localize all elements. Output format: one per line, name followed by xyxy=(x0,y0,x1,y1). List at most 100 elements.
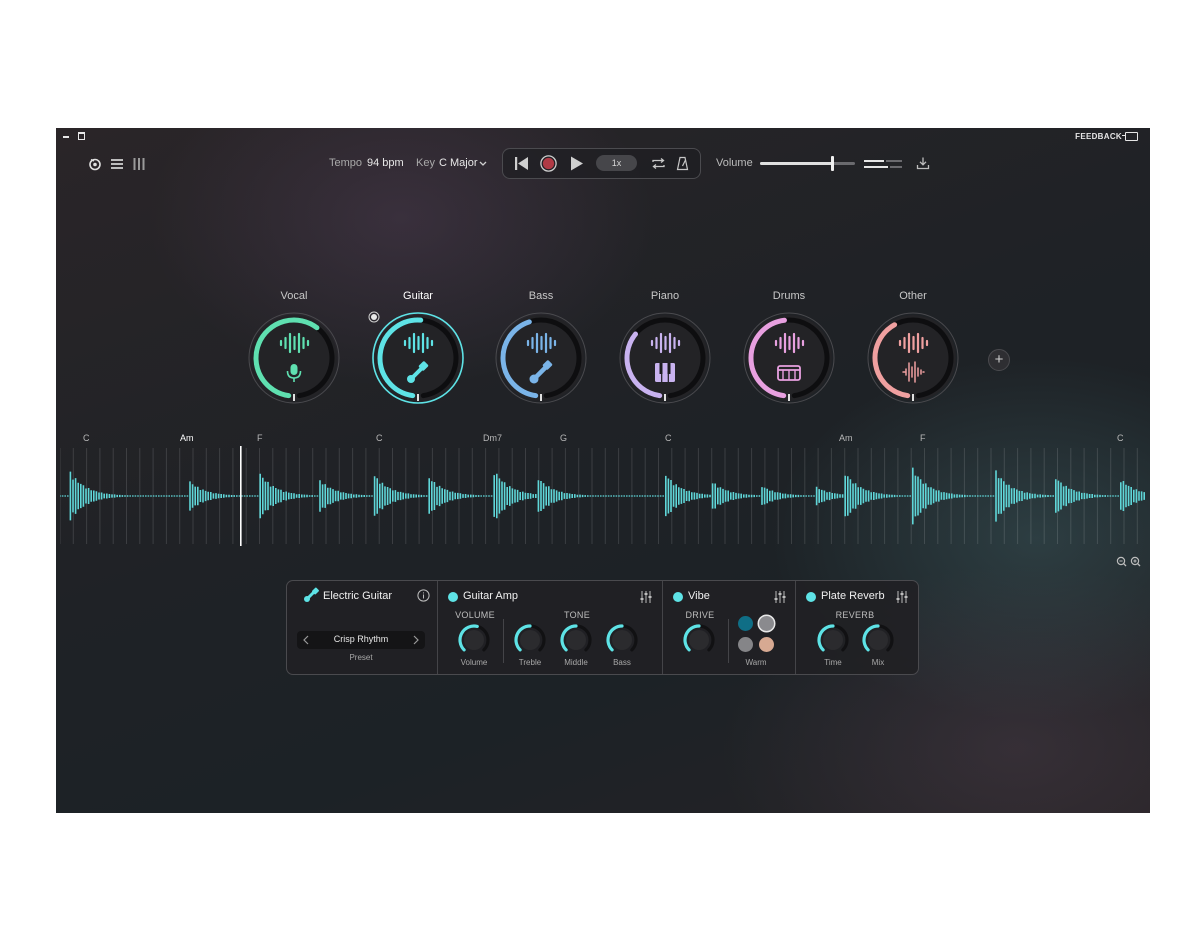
track-dial[interactable] xyxy=(495,312,587,404)
maximize-icon[interactable] xyxy=(78,132,85,140)
tempo-label: Tempo xyxy=(329,157,363,169)
drive-knob[interactable] xyxy=(681,622,717,658)
drive-group-label: DRIVE xyxy=(685,610,715,620)
app-window: FEEDBACK Tempo 94 bpm Key C Major 1x Vol… xyxy=(56,128,1150,813)
treble-knob[interactable] xyxy=(512,622,548,658)
group-divider xyxy=(728,619,729,663)
volume-label: Volume xyxy=(716,157,753,169)
vibe-title: Vibe xyxy=(688,590,710,602)
track-dial-tick xyxy=(540,394,542,401)
loop-icon[interactable] xyxy=(651,156,666,171)
track-bass[interactable]: Bass xyxy=(494,290,588,404)
vibe-swatch[interactable] xyxy=(738,616,753,631)
bass-knob[interactable] xyxy=(604,622,640,658)
chord-label[interactable]: C xyxy=(83,433,90,443)
list-view-icon[interactable] xyxy=(110,157,124,171)
chevron-down-icon[interactable] xyxy=(477,157,489,169)
volume-slider[interactable] xyxy=(760,156,855,171)
volume-group-label: VOLUME xyxy=(455,610,495,620)
level-meter xyxy=(864,160,902,168)
sliders-icon[interactable] xyxy=(773,590,787,604)
piano-icon xyxy=(655,363,675,382)
zoom-in-icon[interactable] xyxy=(1130,556,1141,567)
sliders-icon[interactable] xyxy=(639,590,653,604)
track-dial[interactable] xyxy=(743,312,835,404)
track-drums[interactable]: Drums xyxy=(742,290,836,404)
sliders-icon[interactable] xyxy=(895,590,909,604)
vibe-toggle[interactable] xyxy=(673,592,683,602)
chord-label[interactable]: Am xyxy=(839,433,853,443)
track-dial[interactable] xyxy=(867,312,959,404)
mixer-view-icon[interactable] xyxy=(132,157,146,171)
chord-label[interactable]: Dm7 xyxy=(483,433,502,443)
track-piano[interactable]: Piano xyxy=(618,290,712,404)
record-button[interactable] xyxy=(540,155,557,172)
track-name: Piano xyxy=(650,290,680,302)
effects-panel: Electric Guitar Crisp Rhythm Preset Guit… xyxy=(286,580,919,675)
chord-label[interactable]: C xyxy=(376,433,383,443)
track-dial-face xyxy=(375,315,461,401)
waveform[interactable] xyxy=(60,446,1146,546)
download-icon[interactable] xyxy=(916,156,930,170)
plate-reverb-toggle[interactable] xyxy=(806,592,816,602)
transport-bar: 1x xyxy=(502,148,701,179)
volume-knob[interactable] xyxy=(456,622,492,658)
track-dial-tick xyxy=(664,394,666,401)
feedback-icon[interactable] xyxy=(1122,132,1138,141)
chord-label[interactable]: F xyxy=(920,433,926,443)
vibe-swatch[interactable] xyxy=(759,616,774,631)
key-select[interactable]: C Major xyxy=(439,157,478,169)
chord-label[interactable]: G xyxy=(560,433,567,443)
feedback-button[interactable]: FEEDBACK xyxy=(1075,132,1122,141)
track-dial[interactable] xyxy=(372,312,464,404)
track-dial-face xyxy=(251,315,337,401)
instrument-section: Electric Guitar Crisp Rhythm Preset xyxy=(287,581,437,674)
chord-label[interactable]: C xyxy=(665,433,672,443)
chord-label[interactable]: C xyxy=(1117,433,1124,443)
preset-label: Preset xyxy=(349,653,373,662)
guitar-amp-section: Guitar Amp VOLUME TONE Volume Treble Middl… xyxy=(437,581,662,674)
vibe-swatch[interactable] xyxy=(738,637,753,652)
minimize-icon[interactable] xyxy=(63,136,69,138)
time-knob[interactable] xyxy=(815,622,851,658)
playhead[interactable] xyxy=(240,446,242,546)
metronome-icon[interactable] xyxy=(675,156,690,171)
chord-label[interactable]: F xyxy=(257,433,263,443)
track-dial-tick xyxy=(788,394,790,401)
track-vocal[interactable]: Vocal xyxy=(247,290,341,404)
track-other[interactable]: Other xyxy=(866,290,960,404)
chord-label[interactable]: Am xyxy=(180,433,194,443)
track-dial[interactable] xyxy=(248,312,340,404)
guitar-amp-toggle[interactable] xyxy=(448,592,458,602)
play-icon[interactable] xyxy=(568,155,585,172)
playback-speed[interactable]: 1x xyxy=(596,155,637,171)
add-track-button[interactable]: + xyxy=(988,349,1010,371)
knob-label: Mix xyxy=(871,658,885,667)
zoom-out-icon[interactable] xyxy=(1116,556,1127,567)
track-dial[interactable] xyxy=(619,312,711,404)
knob-label: Bass xyxy=(613,658,631,667)
track-guitar[interactable]: Guitar xyxy=(371,290,465,404)
knob-label: Volume xyxy=(460,658,488,667)
preset-selector[interactable]: Crisp Rhythm xyxy=(297,631,425,649)
middle-knob[interactable] xyxy=(558,622,594,658)
chevron-right-icon[interactable] xyxy=(411,634,421,646)
instrument-title: Electric Guitar xyxy=(323,590,393,602)
track-dial-face xyxy=(498,315,584,401)
volume-slider-thumb[interactable] xyxy=(831,156,835,171)
vibe-selection-label: Warm xyxy=(745,658,767,667)
track-name: Drums xyxy=(772,290,806,302)
electric-guitar-icon xyxy=(304,587,319,602)
track-name: Other xyxy=(899,290,927,302)
reverb-group-label: REVERB xyxy=(835,610,875,620)
mix-knob[interactable] xyxy=(860,622,896,658)
tempo-value[interactable]: 94 bpm xyxy=(367,157,404,169)
track-dial-face xyxy=(622,315,708,401)
vibe-swatch[interactable] xyxy=(759,637,774,652)
skip-back-icon[interactable] xyxy=(513,155,530,172)
logo-icon[interactable] xyxy=(88,157,102,171)
track-select-indicator[interactable] xyxy=(368,311,380,323)
track-dial-tick xyxy=(417,394,419,401)
info-icon[interactable] xyxy=(417,589,430,602)
knob-label: Treble xyxy=(518,658,542,667)
